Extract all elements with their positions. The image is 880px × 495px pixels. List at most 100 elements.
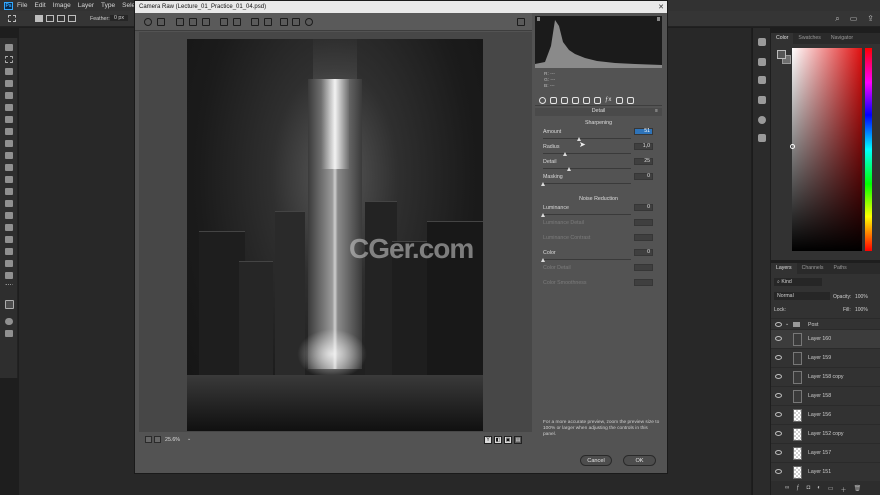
gradient-tool-icon[interactable] [5, 176, 13, 183]
ok-button[interactable]: OK [623, 455, 656, 466]
lasso-tool-icon[interactable] [5, 68, 13, 75]
luminance-input[interactable]: 0 [634, 204, 653, 211]
layer-row[interactable]: Layer 151 [771, 462, 880, 481]
foreground-color-swatch[interactable] [5, 300, 14, 309]
brush-tool-icon[interactable] [5, 128, 13, 135]
detail-panel-icon[interactable] [561, 97, 568, 104]
adjustment-layer-icon[interactable]: ◐ [817, 485, 821, 495]
straighten-tool-icon[interactable] [233, 18, 241, 26]
slider-track[interactable] [543, 168, 631, 169]
luminance-slider[interactable]: Luminance 0 [541, 204, 653, 219]
eyedropper-icon[interactable] [5, 104, 13, 111]
crop-tool-icon[interactable] [5, 92, 13, 99]
subtract-selection-icon[interactable] [57, 15, 65, 22]
hsl-panel-icon[interactable] [572, 97, 579, 104]
quick-mask-icon[interactable] [5, 318, 13, 325]
eraser-icon[interactable] [5, 164, 13, 171]
visibility-eye-icon[interactable] [775, 374, 782, 379]
layer-row[interactable]: Layer 160 [771, 329, 880, 348]
radius-slider[interactable]: Radius 1,0 [543, 143, 653, 158]
targeted-adjustment-icon[interactable] [202, 18, 210, 26]
blend-mode-select[interactable]: Normal [774, 292, 830, 300]
clone-stamp-icon[interactable] [5, 140, 13, 147]
menu-layer[interactable]: Layer [78, 2, 94, 9]
layer-row[interactable]: Layer 152 copy [771, 424, 880, 443]
intersect-selection-icon[interactable] [68, 15, 76, 22]
layer-row[interactable]: Layer 159 [771, 348, 880, 367]
blur-tool-icon[interactable] [5, 188, 13, 195]
masking-input[interactable]: 0 [634, 173, 653, 180]
marquee-tool-icon[interactable] [5, 56, 13, 63]
tab-channels[interactable]: Channels [797, 263, 829, 274]
tab-paths[interactable]: Paths [829, 263, 852, 274]
visibility-eye-icon[interactable] [775, 336, 782, 341]
crop-tool-icon[interactable] [220, 18, 228, 26]
menu-type[interactable]: Type [101, 2, 115, 9]
move-tool-icon[interactable] [5, 44, 13, 51]
layer-row[interactable]: Layer 158 copy [771, 367, 880, 386]
feather-input[interactable]: 0 px [110, 15, 129, 21]
zoom-tool-icon[interactable] [144, 18, 152, 26]
path-selection-icon[interactable] [5, 236, 13, 243]
pen-tool-icon[interactable] [5, 212, 13, 219]
screen-mode-icon[interactable] [5, 330, 13, 337]
type-tool-icon[interactable] [5, 224, 13, 231]
dodge-tool-icon[interactable] [5, 200, 13, 207]
history-panel-icon[interactable] [758, 38, 766, 46]
more-tools-icon[interactable] [5, 284, 13, 291]
slider-thumb[interactable] [541, 258, 545, 262]
spot-removal-icon[interactable] [251, 18, 259, 26]
color-picker-cursor[interactable] [790, 144, 795, 149]
layer-row[interactable]: Layer 158 [771, 386, 880, 405]
marquee-icon[interactable] [8, 15, 16, 22]
graduated-filter-icon[interactable] [292, 18, 300, 26]
view-button-settings[interactable]: ▤ [514, 436, 522, 444]
close-icon[interactable]: ✕ [658, 3, 664, 11]
open-preferences-icon[interactable] [517, 18, 525, 26]
shadow-clipping-icon[interactable] [536, 17, 540, 21]
chevron-down-icon[interactable]: ⌄ [785, 321, 789, 327]
slider-track[interactable] [543, 183, 631, 184]
hand-tool-icon[interactable] [5, 260, 13, 267]
new-layer-icon[interactable]: ＋ [841, 485, 847, 495]
masking-slider[interactable]: Masking 0 [541, 173, 653, 188]
lens-corrections-icon[interactable] [594, 97, 601, 104]
visibility-eye-icon[interactable] [775, 450, 782, 455]
hand-tool-icon[interactable] [157, 18, 165, 26]
history-brush-icon[interactable] [5, 152, 13, 159]
visibility-eye-icon[interactable] [775, 469, 782, 474]
presets-icon[interactable] [627, 97, 634, 104]
visibility-eye-icon[interactable] [775, 322, 782, 327]
detail-slider[interactable]: Detail 25 [543, 158, 653, 173]
tone-curve-icon[interactable] [550, 97, 557, 104]
amount-input[interactable]: 51 [634, 128, 653, 135]
highlight-clipping-icon[interactable] [657, 17, 661, 21]
slider-thumb[interactable] [567, 167, 571, 171]
camera-calibration-icon[interactable] [616, 97, 623, 104]
effects-icon[interactable]: ƒx [605, 97, 612, 104]
link-layers-icon[interactable]: ∞ [785, 485, 789, 495]
delete-layer-icon[interactable]: 🗑 [854, 485, 862, 495]
panel-menu-icon[interactable]: ≡ [655, 108, 658, 114]
view-button-swap[interactable]: ▣ [504, 436, 512, 444]
new-selection-icon[interactable] [35, 15, 43, 22]
color-picker-field[interactable] [790, 48, 862, 251]
workspace-icon[interactable]: ▭ [850, 14, 858, 24]
add-mask-icon[interactable]: ◘ [807, 485, 811, 495]
menu-edit[interactable]: Edit [34, 2, 45, 9]
radial-filter-icon[interactable] [305, 18, 313, 26]
radius-input[interactable]: 1,0 [634, 143, 653, 150]
split-toning-icon[interactable] [583, 97, 590, 104]
layer-filter-select[interactable]: ⌕ Kind [774, 278, 822, 286]
slider-track[interactable] [543, 138, 631, 139]
zoom-in-button[interactable] [154, 436, 161, 443]
brush-settings-icon[interactable] [758, 58, 766, 66]
share-icon[interactable]: ⇪ [867, 14, 874, 24]
slider-track[interactable] [543, 259, 631, 260]
new-group-icon[interactable]: ▭ [828, 485, 834, 495]
amount-slider[interactable]: Amount 51 [543, 128, 653, 143]
detail-input[interactable]: 25 [634, 158, 653, 165]
slider-track[interactable] [543, 153, 631, 154]
clone-source-icon[interactable] [758, 76, 766, 84]
slider-track[interactable] [543, 214, 631, 215]
